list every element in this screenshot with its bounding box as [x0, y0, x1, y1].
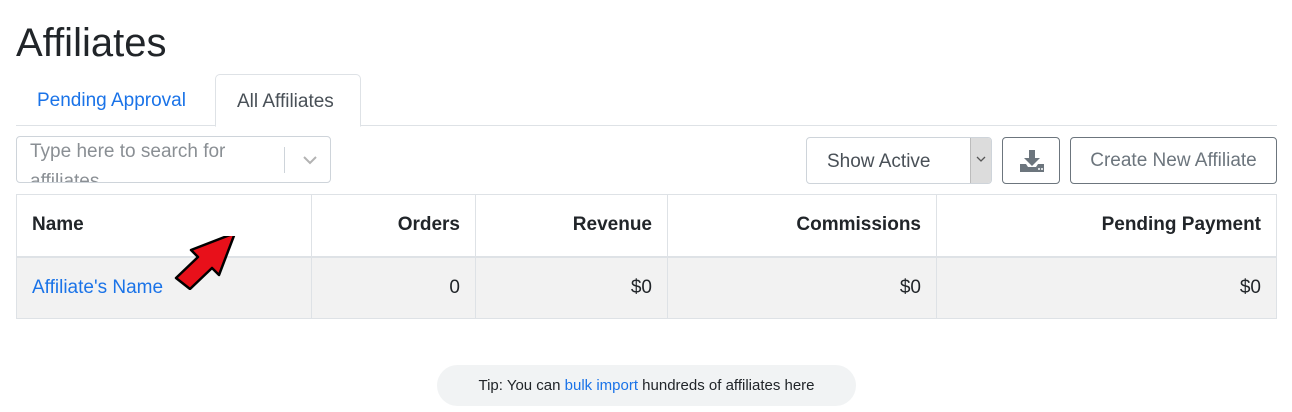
- column-header-name[interactable]: Name: [16, 194, 312, 258]
- search-placeholder: Type here to search for affiliates: [30, 141, 226, 183]
- create-new-affiliate-button[interactable]: Create New Affiliate: [1070, 137, 1277, 184]
- chevron-down-icon: [976, 156, 986, 162]
- download-icon: [1020, 150, 1044, 172]
- page-title: Affiliates: [16, 21, 167, 65]
- tip-banner: Tip: You can bulk import hundreds of aff…: [437, 365, 856, 406]
- tab-bar: Pending Approval All Affiliates: [16, 74, 1277, 127]
- red-arrow-annotation-icon: [174, 236, 236, 290]
- affiliate-name-link[interactable]: Affiliate's Name: [32, 277, 163, 298]
- cell-commissions: $0: [667, 256, 937, 319]
- chevron-down-icon[interactable]: [299, 149, 321, 171]
- cell-revenue: $0: [475, 256, 668, 319]
- column-header-revenue[interactable]: Revenue: [475, 194, 668, 258]
- tab-all-affiliates[interactable]: All Affiliates: [215, 74, 361, 127]
- tip-suffix: hundreds of affiliates here: [638, 377, 815, 394]
- status-filter-value: Show Active: [827, 151, 931, 172]
- cell-name: Affiliate's Name: [16, 256, 312, 319]
- search-separator: [284, 147, 285, 173]
- cell-pending-payment: $0: [936, 256, 1277, 319]
- select-dropdown-toggle[interactable]: [970, 138, 991, 183]
- tab-pending-approval[interactable]: Pending Approval: [16, 74, 207, 126]
- download-button[interactable]: [1002, 137, 1060, 184]
- cell-orders: 0: [311, 256, 476, 319]
- status-filter-select[interactable]: Show Active: [806, 137, 992, 184]
- column-header-commissions[interactable]: Commissions: [667, 194, 937, 258]
- column-header-pending-payment[interactable]: Pending Payment: [936, 194, 1277, 258]
- column-header-orders[interactable]: Orders: [311, 194, 476, 258]
- bulk-import-link[interactable]: bulk import: [565, 377, 638, 394]
- tip-prefix: Tip: You can: [478, 377, 565, 394]
- affiliate-search-box[interactable]: Type here to search for affiliates: [16, 136, 331, 183]
